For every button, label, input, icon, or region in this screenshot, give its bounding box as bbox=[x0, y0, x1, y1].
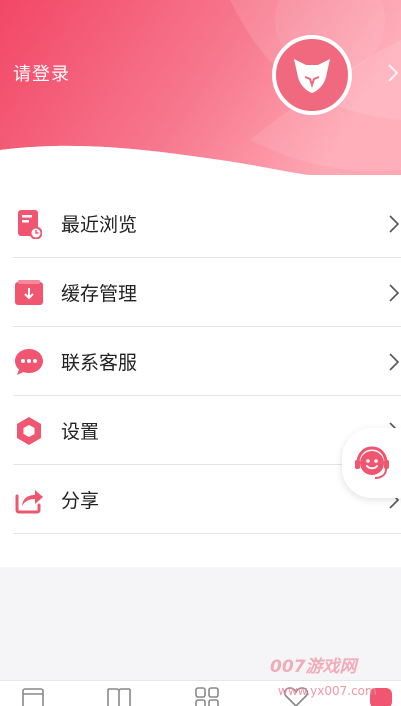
hexagon-settings-icon bbox=[13, 415, 45, 447]
avatar[interactable] bbox=[272, 35, 352, 115]
history-document-icon bbox=[13, 208, 45, 240]
divider bbox=[13, 533, 401, 534]
category-grid-icon[interactable] bbox=[194, 686, 220, 706]
chevron-right-icon bbox=[389, 214, 400, 233]
headset-smile-icon bbox=[355, 446, 389, 479]
profile-header: 请登录 bbox=[0, 0, 401, 190]
chevron-right-icon bbox=[389, 352, 400, 371]
download-box-icon bbox=[13, 277, 45, 309]
watermark-brand: 007游戏网 bbox=[270, 657, 357, 677]
watermark-url: www.yx007.com bbox=[278, 684, 377, 698]
menu-list: 最近浏览 缓存管理 联系客服 设置 分享 bbox=[0, 175, 401, 567]
menu-item-label: 联系客服 bbox=[61, 352, 138, 374]
menu-item-share[interactable]: 分享 bbox=[0, 465, 401, 534]
menu-item-history[interactable]: 最近浏览 bbox=[0, 189, 401, 258]
bookshelf-icon[interactable] bbox=[20, 686, 46, 706]
menu-item-settings[interactable]: 设置 bbox=[0, 396, 401, 465]
chevron-right-icon bbox=[389, 283, 400, 302]
book-open-icon[interactable] bbox=[106, 686, 132, 706]
menu-item-label: 最近浏览 bbox=[61, 214, 138, 236]
chat-bubble-icon bbox=[13, 346, 45, 378]
header-chevron-right-icon[interactable] bbox=[386, 62, 400, 84]
floating-customer-service-button[interactable] bbox=[342, 428, 401, 498]
menu-item-contact-service[interactable]: 联系客服 bbox=[0, 327, 401, 396]
menu-item-cache[interactable]: 缓存管理 bbox=[0, 258, 401, 327]
share-arrow-icon bbox=[13, 484, 45, 516]
fox-avatar-icon bbox=[294, 59, 330, 93]
menu-item-label: 分享 bbox=[61, 490, 100, 512]
login-prompt[interactable]: 请登录 bbox=[13, 60, 70, 86]
menu-item-label: 设置 bbox=[61, 421, 100, 443]
menu-item-label: 缓存管理 bbox=[61, 283, 138, 305]
